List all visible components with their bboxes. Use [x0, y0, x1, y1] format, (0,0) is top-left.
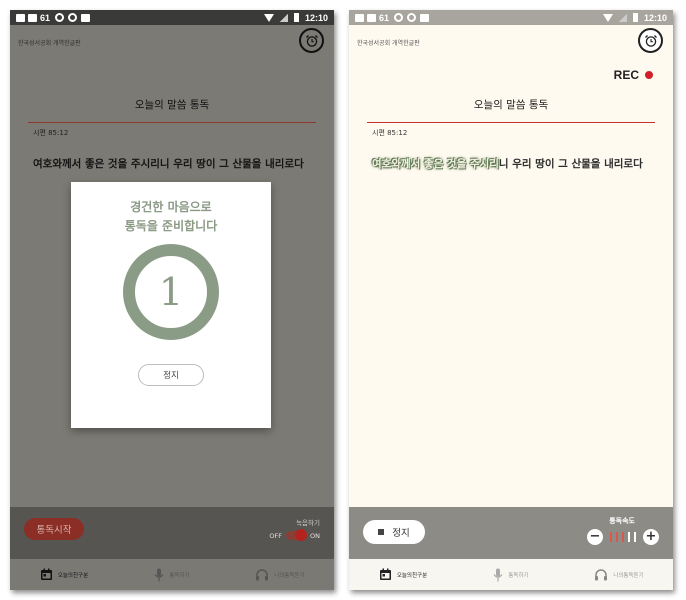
control-bar: 통독시작 녹음하기 OFF ON: [10, 507, 334, 559]
tab-label: 통독하기: [508, 572, 529, 579]
page-title: 오늘의 말씀 통독: [367, 97, 655, 123]
chat-icon: [407, 13, 417, 22]
wifi-icon: [602, 13, 613, 22]
signal-icon: [279, 13, 288, 22]
status-time: 12:10: [304, 12, 328, 23]
speed-label: 통독속도: [609, 517, 635, 525]
signal-icon: [618, 13, 627, 22]
countdown-ring: 1: [123, 244, 219, 340]
tab-label: 오늘의친구분: [396, 572, 428, 579]
alarm-button[interactable]: [299, 28, 324, 53]
headphones-icon: [595, 569, 608, 581]
tab-label: 나의통독듣기: [274, 572, 305, 579]
passage-highlighted: 여호와께서 좋은 것을 주시리: [372, 158, 499, 170]
rec-label: REC: [613, 68, 639, 82]
phone-screen-recording: 61 12:10 한국성서공회 개역한글판 REC 오늘의 말씀 통독 시편 8…: [349, 10, 673, 590]
tab-label: 통독하기: [169, 572, 190, 579]
speed-increase-button[interactable]: +: [643, 529, 659, 545]
battery-icon: [632, 13, 638, 22]
stop-button[interactable]: 정지: [363, 520, 425, 544]
stop-icon: [378, 529, 385, 535]
download-icon: [81, 13, 91, 22]
verse-reference: 시편 85:12: [372, 129, 408, 137]
record-label: 녹음하기: [296, 519, 320, 527]
calendar-icon: [40, 568, 52, 580]
sync-icon: [394, 13, 404, 22]
tab-read[interactable]: 통독하기: [118, 559, 226, 590]
dialog-stop-button[interactable]: 정지: [138, 364, 204, 386]
rec-dot-icon: [645, 71, 653, 79]
record-toggle-row: OFF ON: [269, 529, 320, 541]
verse-reference: 시편 85:12: [33, 129, 69, 137]
phone-screen-countdown: 61 12:10 한국성서공회 개역한글판 오늘의 말씀 통독 시편 85:12…: [10, 10, 334, 590]
app-name: 한국성서공회 개역한글판: [18, 40, 81, 47]
dialog-message-line1: 경건한 마음으로: [130, 200, 212, 214]
notification-icon: [28, 13, 37, 22]
page-title: 오늘의 말씀 통독: [28, 97, 316, 123]
dialog-message-line2: 통독을 준비합니다: [124, 219, 218, 233]
download-icon: [420, 13, 430, 22]
sync-icon: [55, 13, 65, 22]
battery-icon: [293, 13, 299, 22]
tab-bar: 오늘의친구분 통독하기 나의통독듣기: [10, 559, 334, 590]
notification-icon: [16, 13, 25, 22]
tab-label: 오늘의친구분: [57, 572, 89, 579]
tab-today[interactable]: 오늘의친구분: [349, 559, 457, 590]
passage-text: 여호와께서 좋은 것을 주시리니 우리 땅이 그 산물을 내리로다: [372, 153, 654, 175]
speed-level-bar: [634, 532, 636, 542]
status-time: 12:10: [643, 12, 667, 23]
speed-level-bar: [610, 532, 612, 542]
speed-level-bars: [610, 532, 636, 542]
countdown-number: 1: [158, 270, 184, 314]
stop-label: 정지: [392, 528, 410, 539]
app-name: 한국성서공회 개역한글판: [357, 40, 420, 47]
notification-icon: [355, 13, 364, 22]
notification-count: 61: [40, 12, 51, 23]
chat-icon: [68, 13, 78, 22]
tab-label: 나의통독듣기: [613, 572, 644, 579]
record-toggle[interactable]: [286, 529, 308, 541]
speed-level-bar: [616, 532, 618, 542]
countdown-dialog: 경건한 마음으로 통독을 준비합니다 1 정지: [71, 182, 271, 428]
passage-remaining: 니 우리 땅이 그 산물을 내리로다: [498, 158, 643, 170]
recording-indicator: REC: [614, 68, 653, 82]
speed-level-bar: [622, 532, 624, 542]
notification-count: 61: [379, 12, 390, 23]
tab-read[interactable]: 통독하기: [457, 559, 565, 590]
control-bar: 정지 통독속도 − +: [349, 507, 673, 559]
speed-decrease-button[interactable]: −: [587, 529, 603, 545]
headphones-icon: [256, 569, 269, 581]
status-bar: 61 12:10: [10, 10, 334, 25]
microphone-icon: [154, 568, 164, 581]
alarm-clock-icon: [305, 34, 318, 47]
microphone-icon: [493, 568, 503, 581]
start-reading-button[interactable]: 통독시작: [24, 518, 84, 540]
tab-listen[interactable]: 나의통독듣기: [565, 559, 673, 590]
status-bar: 61 12:10: [349, 10, 673, 25]
wifi-icon: [263, 13, 274, 22]
speed-control: − +: [587, 529, 659, 545]
calendar-icon: [379, 568, 391, 580]
tab-listen[interactable]: 나의통독듣기: [226, 559, 334, 590]
dialog-message: 경건한 마음으로 통독을 준비합니다: [71, 198, 271, 236]
notification-icon: [367, 13, 376, 22]
alarm-button[interactable]: [638, 28, 663, 53]
tab-today[interactable]: 오늘의친구분: [10, 559, 118, 590]
toggle-off-label: OFF: [269, 531, 283, 540]
passage-text: 여호와께서 좋은 것을 주시리니 우리 땅이 그 산물을 내리로다: [33, 158, 304, 170]
tab-bar: 오늘의친구분 통독하기 나의통독듣기: [349, 559, 673, 590]
alarm-clock-icon: [644, 34, 657, 47]
speed-level-bar: [628, 532, 630, 542]
toggle-on-label: ON: [310, 531, 320, 540]
